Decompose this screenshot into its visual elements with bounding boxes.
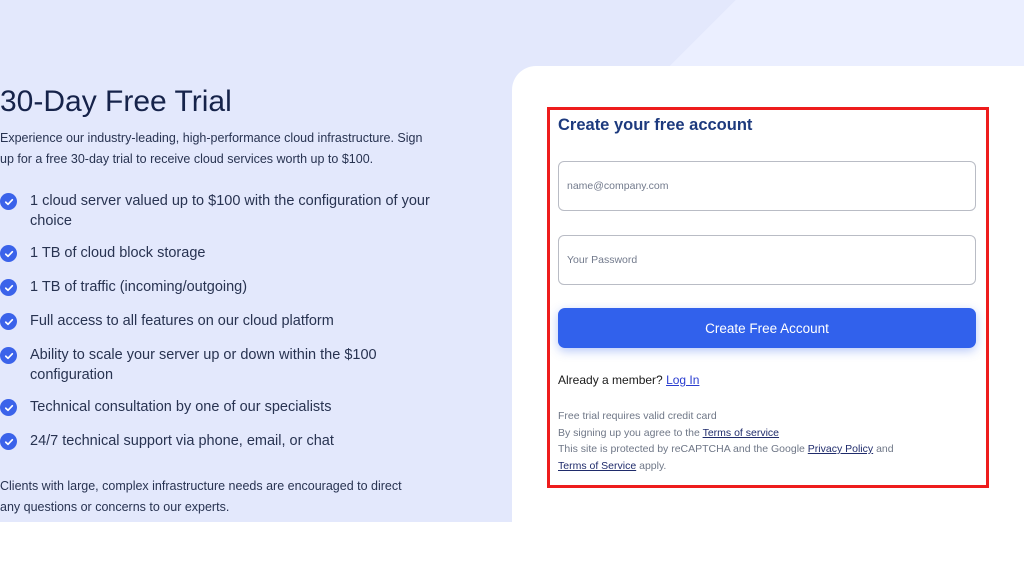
feature-label: 1 cloud server valued up to $100 with th… (30, 193, 430, 229)
feature-item: Technical consultation by one of our spe… (0, 398, 440, 418)
feature-label: 24/7 technical support via phone, email,… (30, 433, 334, 449)
intro-text: Experience our industry-leading, high-pe… (0, 131, 423, 166)
feature-label: Ability to scale your server up or down … (30, 347, 377, 383)
trial-info: 30-Day Free Trial Experience our industr… (0, 84, 440, 518)
check-circle-icon (0, 399, 17, 416)
feature-label: 1 TB of cloud block storage (30, 245, 206, 261)
check-circle-icon (0, 193, 17, 210)
page-title: 30-Day Free Trial (0, 85, 232, 118)
feature-list: 1 cloud server valued up to $100 with th… (0, 192, 440, 452)
feature-label: Full access to all features on our cloud… (30, 313, 334, 329)
feature-label: 1 TB of traffic (incoming/outgoing) (30, 279, 248, 295)
check-circle-icon (0, 279, 17, 296)
highlight-box (547, 107, 989, 488)
feature-item: Full access to all features on our cloud… (0, 312, 440, 332)
check-circle-icon (0, 433, 17, 450)
feature-label: Technical consultation by one of our spe… (30, 399, 332, 415)
feature-item: 1 TB of traffic (incoming/outgoing) (0, 278, 440, 298)
feature-item: 1 cloud server valued up to $100 with th… (0, 192, 440, 231)
check-circle-icon (0, 313, 17, 330)
closing-text: Clients with large, complex infrastructu… (0, 478, 402, 514)
check-circle-icon (0, 245, 17, 262)
feature-item: Ability to scale your server up or down … (0, 346, 440, 385)
check-circle-icon (0, 347, 17, 364)
feature-item: 1 TB of cloud block storage (0, 244, 440, 264)
feature-item: 24/7 technical support via phone, email,… (0, 432, 440, 452)
